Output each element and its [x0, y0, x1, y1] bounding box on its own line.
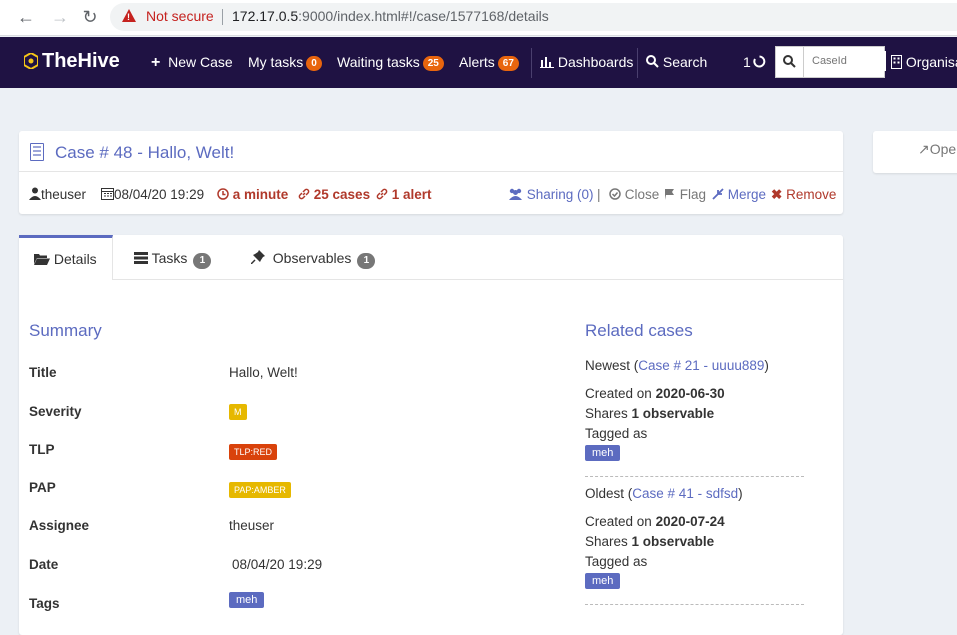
- related-cases-link[interactable]: 25 cases: [298, 187, 370, 202]
- flag-icon: [665, 189, 674, 200]
- search-icon: [646, 55, 659, 68]
- building-icon: [891, 55, 902, 69]
- newest-tag-badge[interactable]: meh: [585, 445, 621, 461]
- observables-count-badge: 1: [357, 253, 376, 269]
- calendar-icon: [101, 188, 114, 200]
- case-header-panel: Case # 48 - Hallo, Welt! theuser 08/04/2…: [19, 131, 843, 214]
- top-navbar: TheHive + New Case My tasks 0 Waiting tas…: [0, 37, 957, 88]
- case-id-search: [775, 46, 886, 78]
- severity-label: Severity: [29, 404, 82, 419]
- merge-icon: [712, 188, 724, 200]
- case-title: Case # 48 - Hallo, Welt!: [55, 143, 235, 162]
- url-text[interactable]: 172.17.0.5:9000/index.html#!/case/157716…: [232, 8, 549, 24]
- newest-created: Created on 2020-06-30: [585, 386, 725, 401]
- back-arrow-icon[interactable]: ←: [16, 7, 36, 27]
- open-external-link[interactable]: ↗Ope: [918, 141, 956, 158]
- user-icon: [29, 187, 41, 200]
- severity-badge[interactable]: M: [229, 404, 247, 420]
- clock-icon: [217, 188, 229, 200]
- assignee-value[interactable]: theuser: [229, 518, 274, 533]
- case-age: a minute: [217, 187, 288, 202]
- case-details-panel: Details Tasks 1 Observables 1 Summary Titl…: [19, 235, 843, 635]
- my-tasks-link[interactable]: My tasks 0: [248, 54, 322, 71]
- check-circle-icon: [609, 188, 621, 200]
- refresh-counter[interactable]: 1: [743, 54, 766, 70]
- new-case-button[interactable]: + New Case: [151, 54, 233, 72]
- users-icon: [509, 188, 522, 200]
- title-value: Hallo, Welt!: [229, 365, 298, 380]
- date-label: Date: [29, 557, 59, 572]
- tlp-label: TLP: [29, 442, 55, 457]
- organisation-menu[interactable]: Organisa: [891, 54, 957, 70]
- newest-shares: Shares 1 observable: [585, 406, 715, 421]
- merge-button[interactable]: Merge: [712, 187, 766, 202]
- folder-open-icon: [34, 254, 50, 265]
- related-cases-heading: Related cases: [585, 321, 693, 340]
- address-bar[interactable]: ! Not secure 172.17.0.5:9000/index.html#…: [110, 3, 957, 31]
- tasks-count-badge: 1: [193, 253, 212, 269]
- search-icon: [783, 55, 796, 68]
- reload-icon[interactable]: ↻: [80, 7, 100, 27]
- oldest-created: Created on 2020-07-24: [585, 514, 725, 529]
- alerts-link[interactable]: Alerts 67: [459, 54, 519, 71]
- oldest-tagged: Tagged as: [585, 554, 648, 569]
- close-case-button[interactable]: Close: [609, 187, 659, 202]
- forward-arrow-icon[interactable]: →: [50, 7, 70, 27]
- pap-badge[interactable]: PAP:AMBER: [229, 482, 291, 498]
- dashboards-link[interactable]: Dashboards: [540, 54, 633, 70]
- case-date: 08/04/20 19:29: [101, 187, 204, 202]
- tlp-badge[interactable]: TLP:RED: [229, 444, 278, 460]
- assignee-label: Assignee: [29, 518, 90, 533]
- tab-tasks[interactable]: Tasks 1: [134, 235, 212, 279]
- newest-tagged: Tagged as: [585, 426, 648, 441]
- flag-button[interactable]: Flag: [664, 187, 706, 202]
- sharing-button[interactable]: Sharing (0): [508, 187, 594, 202]
- oldest-related: Oldest (Case # 41 - sdfsd): [585, 486, 743, 501]
- not-secure-label: Not secure: [146, 8, 214, 24]
- my-tasks-badge: 0: [306, 56, 322, 71]
- newest-case-link[interactable]: Case # 21 - uuuu889: [638, 358, 764, 373]
- tag-badge[interactable]: meh: [229, 592, 265, 608]
- tab-observables[interactable]: Observables 1: [250, 235, 376, 279]
- date-value[interactable]: 08/04/20 19:29: [232, 557, 322, 572]
- title-label: Title: [29, 365, 57, 380]
- link-icon: [298, 188, 310, 200]
- waiting-tasks-link[interactable]: Waiting tasks 25: [337, 54, 444, 71]
- search-link[interactable]: Search: [646, 54, 707, 70]
- case-building-icon: [30, 143, 44, 161]
- bee-logo-icon: [24, 53, 38, 69]
- thehive-logo[interactable]: TheHive: [24, 50, 120, 73]
- waiting-tasks-badge: 25: [422, 56, 444, 71]
- oldest-shares: Shares 1 observable: [585, 534, 715, 549]
- newest-related: Newest (Case # 21 - uuuu889): [585, 358, 769, 373]
- case-id-input[interactable]: [805, 51, 886, 71]
- pin-icon: [250, 250, 265, 265]
- case-owner: theuser: [29, 187, 86, 202]
- remove-button[interactable]: ✖ Remove: [771, 187, 836, 203]
- browser-toolbar: ← → ↻ ! Not secure 172.17.0.5:9000/index…: [0, 0, 957, 36]
- summary-heading: Summary: [29, 321, 102, 340]
- related-alerts-link[interactable]: 1 alert: [376, 187, 432, 202]
- tab-details[interactable]: Details: [19, 235, 113, 280]
- tasks-list-icon: [134, 252, 148, 264]
- pap-label: PAP: [29, 480, 56, 495]
- link-icon: [376, 188, 388, 200]
- side-panel: ↗Ope: [873, 131, 957, 173]
- tags-label: Tags: [29, 596, 60, 611]
- oldest-case-link[interactable]: Case # 41 - sdfsd: [632, 486, 738, 501]
- alerts-badge: 67: [497, 56, 519, 71]
- spinner-icon: [753, 55, 766, 68]
- oldest-tag-badge[interactable]: meh: [585, 573, 621, 589]
- search-button[interactable]: [776, 47, 804, 77]
- bar-chart-icon: [540, 57, 554, 68]
